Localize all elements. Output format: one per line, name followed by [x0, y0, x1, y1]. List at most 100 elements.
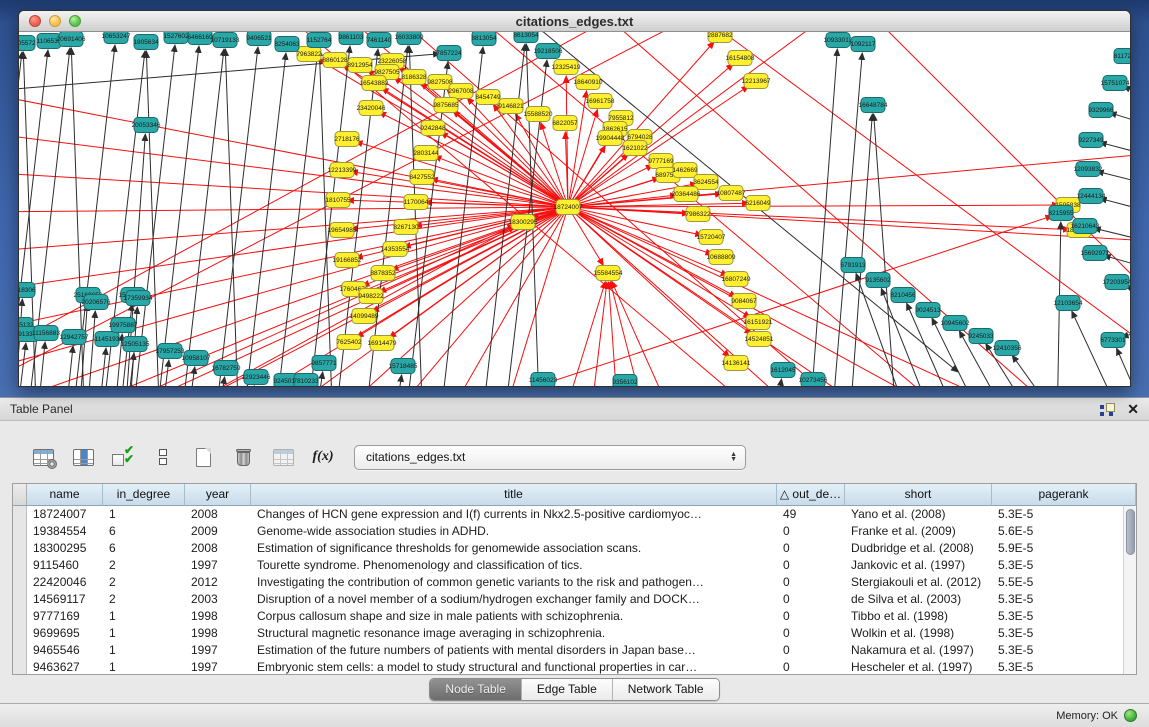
tab-node-table[interactable]: Node Table [430, 679, 522, 700]
table-cell[interactable]: 9699695 [27, 625, 103, 642]
network-node[interactable]: 9329966 [1088, 103, 1114, 118]
network-node[interactable]: 8254063 [274, 37, 300, 52]
network-node[interactable]: 8613054 [513, 32, 539, 43]
table-cell[interactable]: 1997 [185, 642, 251, 659]
table-cell[interactable]: 18724007 [27, 506, 103, 523]
table-cell[interactable]: 5.3E-5 [992, 591, 1136, 608]
table-cell[interactable]: 1997 [185, 659, 251, 675]
table-cell[interactable]: 1 [103, 506, 185, 523]
network-node[interactable]: 1805634 [133, 35, 159, 50]
network-node[interactable]: 12103654 [1054, 296, 1083, 311]
network-node[interactable]: 1092117 [851, 37, 876, 52]
network-window-titlebar[interactable]: citations_edges.txt [19, 11, 1130, 32]
table-cell[interactable]: 9777169 [27, 608, 103, 625]
table-cell[interactable]: 18300295 [27, 540, 103, 557]
network-node[interactable]: 1621022 [622, 141, 648, 156]
table-cell[interactable]: 5.5E-5 [992, 574, 1136, 591]
network-node[interactable]: 16151921 [744, 315, 773, 330]
table-cell[interactable]: Tibbo et al. (1998) [845, 608, 992, 625]
new-table-icon[interactable] [190, 445, 216, 469]
network-node[interactable]: 1106533 [37, 34, 62, 49]
network-node[interactable]: 14353554 [381, 242, 410, 257]
network-node[interactable]: 9498222 [358, 289, 384, 304]
table-cell[interactable]: 9465546 [27, 642, 103, 659]
table-cell[interactable]: 0 [777, 557, 845, 574]
network-node[interactable]: 9084067 [731, 294, 757, 309]
table-cell[interactable]: Stergiakouli et al. (2012) [845, 574, 992, 591]
network-node[interactable]: 8912954 [347, 58, 373, 73]
column-header[interactable]: title [251, 484, 777, 506]
table-cell[interactable]: 2 [103, 591, 185, 608]
table-cell[interactable]: Hescheler et al. (1997) [845, 659, 992, 675]
network-node[interactable]: 16543882 [360, 76, 389, 91]
table-cell[interactable]: Investigating the contribution of common… [251, 574, 777, 591]
network-node[interactable]: 20364486 [672, 187, 701, 202]
network-node[interactable]: 16782759 [212, 361, 241, 376]
table-cell[interactable]: 9115460 [27, 557, 103, 574]
network-node[interactable]: 12505135 [121, 337, 150, 352]
table-cell[interactable]: Corpus callosum shape and size in male p… [251, 608, 777, 625]
network-window[interactable]: citations_edges.txt 18724007183002951558… [18, 10, 1131, 387]
table-cell[interactable]: Wolkin et al. (1998) [845, 625, 992, 642]
network-node[interactable]: 9777169 [648, 154, 674, 169]
network-node[interactable]: 2803144 [413, 146, 439, 161]
table-cell[interactable]: 1 [103, 659, 185, 675]
network-node[interactable]: 8215955 [1048, 206, 1074, 221]
table-cell[interactable]: Franke et al. (2009) [845, 523, 992, 540]
zoom-window-icon[interactable] [69, 15, 81, 27]
table-cell[interactable]: 2009 [185, 523, 251, 540]
network-node[interactable]: 19904448 [596, 131, 625, 146]
table-options-icon[interactable] [30, 445, 56, 469]
table-cell[interactable]: 0 [777, 625, 845, 642]
network-node[interactable]: 12942757 [60, 330, 89, 345]
network-node[interactable]: 14524851 [745, 332, 774, 347]
network-node[interactable]: 8813054 [471, 32, 497, 46]
table-cell[interactable]: 14569117 [27, 591, 103, 608]
network-node[interactable]: 6822057 [552, 116, 578, 131]
minimize-window-icon[interactable] [49, 15, 61, 27]
network-node[interactable]: 9406521 [246, 32, 272, 46]
table-cell[interactable]: 9463627 [27, 659, 103, 675]
network-node[interactable]: 9356102 [612, 375, 638, 387]
network-node[interactable]: 12410356 [993, 341, 1022, 356]
scrollbar-thumb[interactable] [1126, 509, 1135, 555]
network-node[interactable]: 3624554 [693, 175, 719, 190]
table-cell[interactable]: Dudbridge et al. (2008) [845, 540, 992, 557]
table-cell[interactable]: Genome-wide association studies in ADHD. [251, 523, 777, 540]
table-cell[interactable]: 2008 [185, 540, 251, 557]
table-cell[interactable]: 1 [103, 625, 185, 642]
table-cell[interactable]: 22420046 [27, 574, 103, 591]
network-node[interactable]: 20053346 [132, 118, 161, 133]
network-node[interactable]: 1810755 [325, 193, 351, 208]
network-node[interactable]: 8427552 [409, 170, 435, 185]
network-node[interactable]: 16154808 [726, 51, 755, 66]
table-cell[interactable]: 6 [103, 540, 185, 557]
table-cell[interactable]: Tourette syndrome. Phenomenology and cla… [251, 557, 777, 574]
table-row[interactable]: 1830029562008Estimation of significance … [13, 540, 1136, 557]
close-window-icon[interactable] [29, 15, 41, 27]
network-node[interactable]: 9024513 [915, 303, 941, 318]
column-header[interactable]: year [185, 484, 251, 506]
table-row[interactable]: 911546021997Tourette syndrome. Phenomeno… [13, 557, 1136, 574]
network-node[interactable]: 10807487 [717, 186, 746, 201]
memory-ok-indicator[interactable] [1124, 709, 1137, 722]
close-panel-icon[interactable]: ✕ [1127, 402, 1139, 416]
network-node[interactable]: 14099489 [350, 309, 379, 324]
network-node[interactable]: 6773301 [1100, 333, 1126, 348]
table-cell[interactable]: Estimation of the future numbers of pati… [251, 642, 777, 659]
float-panel-icon[interactable] [1100, 403, 1115, 416]
network-node[interactable]: 16914479 [368, 336, 397, 351]
network-node[interactable]: 19654985 [328, 223, 357, 238]
network-node[interactable]: 2967008 [448, 84, 474, 99]
table-cell[interactable]: 5.9E-5 [992, 540, 1136, 557]
network-node[interactable]: 15720407 [697, 230, 726, 245]
network-node[interactable]: 19218506 [534, 44, 563, 59]
network-node[interactable]: 18724007 [554, 200, 583, 215]
table-cell[interactable]: 2012 [185, 574, 251, 591]
network-node[interactable]: 19975887 [109, 318, 138, 333]
network-node[interactable]: 7857224 [436, 46, 462, 61]
network-node[interactable]: 1612045 [770, 363, 796, 378]
network-node[interactable]: 15751074 [1101, 76, 1130, 91]
network-node[interactable]: 12325419 [552, 60, 581, 75]
table-cell[interactable]: 0 [777, 659, 845, 675]
